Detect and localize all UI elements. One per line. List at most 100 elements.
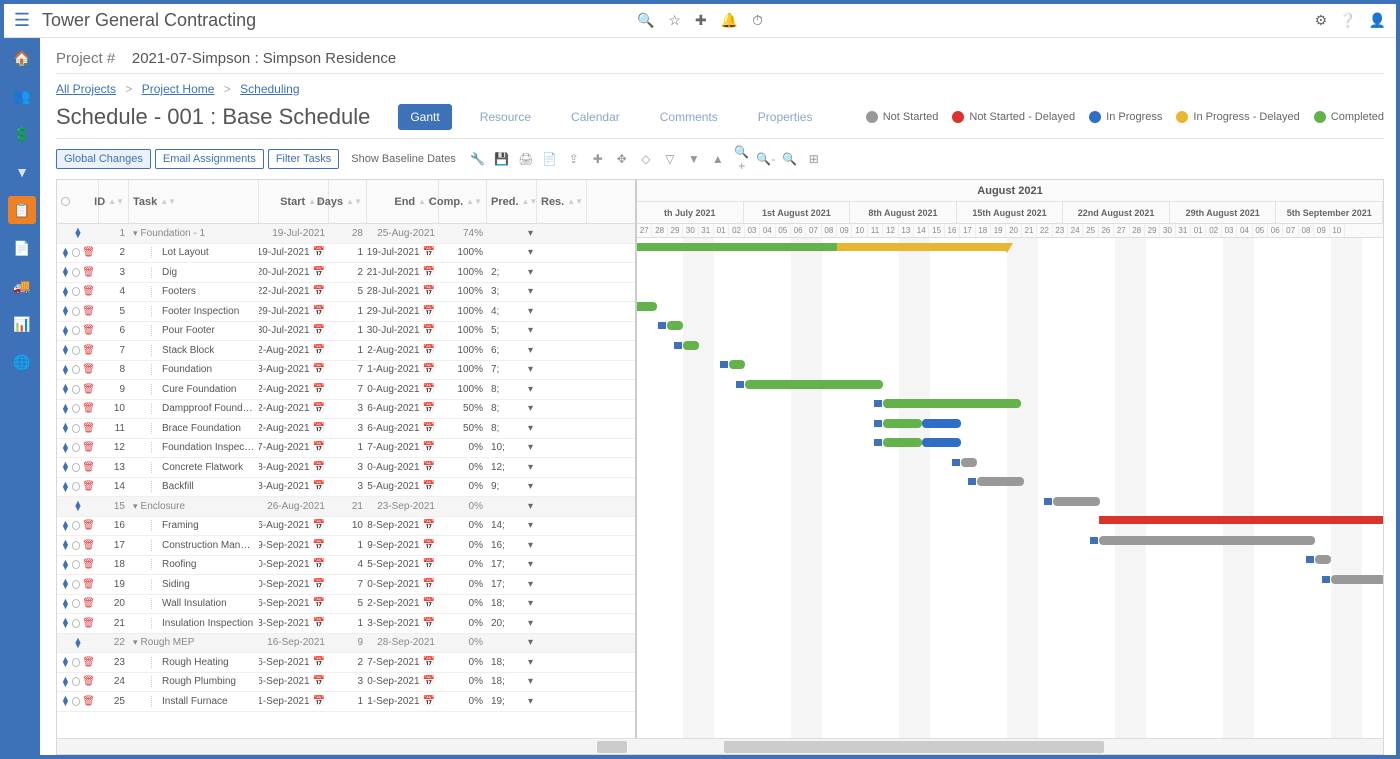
nav-schedule-icon[interactable]: 📋: [8, 196, 36, 224]
gantt-bar[interactable]: [977, 477, 1024, 486]
pred-dropdown-icon[interactable]: ▾: [528, 520, 533, 531]
table-row[interactable]: ▲▼🗑 23 Rough Heating 16-Sep-2021📅 2 17-S…: [57, 653, 635, 673]
reorder-icon[interactable]: ▲▼: [61, 423, 70, 433]
calendar-icon[interactable]: 📅: [423, 462, 435, 473]
table-row[interactable]: ▲▼🗑 3 Dig 20-Jul-2021📅 2 21-Jul-2021📅 10…: [57, 263, 635, 283]
pred-dropdown-icon[interactable]: ▾: [528, 618, 533, 629]
pred-dropdown-icon[interactable]: ▾: [528, 423, 533, 434]
global-changes-button[interactable]: Global Changes: [56, 149, 151, 169]
pred-dropdown-icon[interactable]: ▾: [528, 286, 533, 297]
table-row[interactable]: ▲▼🗑 18 Roofing 10-Sep-2021📅 4 15-Sep-202…: [57, 556, 635, 576]
select-radio[interactable]: [72, 346, 80, 355]
tab-comments[interactable]: Comments: [648, 104, 730, 130]
gantt-bar[interactable]: [922, 438, 961, 447]
trash-icon[interactable]: 🗑: [82, 403, 95, 414]
trash-icon[interactable]: 🗑: [82, 345, 95, 356]
nav-report-icon[interactable]: 📊: [8, 310, 36, 338]
reorder-icon[interactable]: ▲▼: [61, 384, 70, 394]
gantt-bar[interactable]: [1053, 497, 1100, 506]
calendar-icon[interactable]: 📅: [313, 462, 325, 473]
add-task-icon[interactable]: ✚: [588, 152, 608, 166]
tab-calendar[interactable]: Calendar: [559, 104, 632, 130]
calendar-icon[interactable]: 📅: [313, 579, 325, 590]
pred-dropdown-icon[interactable]: ▾: [528, 579, 533, 590]
calendar-icon[interactable]: 📅: [313, 364, 325, 375]
select-radio[interactable]: [72, 677, 80, 686]
select-radio[interactable]: [72, 365, 80, 374]
trash-icon[interactable]: 🗑: [82, 325, 95, 336]
reorder-icon[interactable]: ▲▼: [74, 501, 83, 511]
calendar-icon[interactable]: 📅: [423, 286, 435, 297]
bell-icon[interactable]: 🔔: [721, 12, 738, 29]
expand-icon[interactable]: ▾: [133, 501, 138, 512]
calendar-icon[interactable]: 📅: [423, 520, 435, 531]
calendar-icon[interactable]: 📅: [423, 598, 435, 609]
move-icon[interactable]: ✥: [612, 152, 632, 166]
calendar-icon[interactable]: 📅: [423, 306, 435, 317]
select-radio[interactable]: [72, 482, 80, 491]
trash-icon[interactable]: 🗑: [82, 579, 95, 590]
gear-icon[interactable]: ⚙: [1315, 12, 1328, 29]
table-row[interactable]: ▲▼🗑 16 Framing 26-Aug-2021📅 10 08-Sep-20…: [57, 517, 635, 537]
pred-dropdown-icon[interactable]: ▾: [528, 559, 533, 570]
gantt-bar[interactable]: [1331, 575, 1383, 584]
timer-icon[interactable]: ⏱: [752, 12, 763, 29]
trash-icon[interactable]: 🗑: [82, 657, 95, 668]
horizontal-scrollbar[interactable]: [57, 738, 1383, 754]
table-row[interactable]: ▲▼🗑 5 Footer Inspection 29-Jul-2021📅 1 2…: [57, 302, 635, 322]
email-assignments-button[interactable]: Email Assignments: [155, 149, 264, 169]
zoom-fit-icon[interactable]: 🔍: [780, 152, 800, 166]
gantt-bar[interactable]: [1099, 516, 1383, 524]
reorder-icon[interactable]: ▲▼: [61, 482, 70, 492]
pred-dropdown-icon[interactable]: ▾: [528, 345, 533, 356]
table-row[interactable]: ▲▼🗑 17 Construction Manager ... 09-Sep-2…: [57, 536, 635, 556]
calendar-icon[interactable]: 📅: [313, 618, 325, 629]
table-row[interactable]: ▲▼🗑 25 Install Furnace 21-Sep-2021📅 1 21…: [57, 692, 635, 712]
indent-icon[interactable]: ▽: [660, 152, 680, 166]
gantt-chart[interactable]: [637, 238, 1383, 738]
gantt-bar[interactable]: [729, 360, 745, 369]
reorder-icon[interactable]: ▲▼: [61, 618, 70, 628]
calendar-icon[interactable]: 📅: [423, 403, 435, 414]
table-row[interactable]: ▲▼ 1 ▾Foundation - 1 19-Jul-2021 28 25-A…: [57, 224, 635, 244]
save-icon[interactable]: 💾: [492, 152, 512, 166]
table-row[interactable]: ▲▼🗑 4 Footers 22-Jul-2021📅 5 28-Jul-2021…: [57, 283, 635, 303]
pred-dropdown-icon[interactable]: ▾: [528, 501, 533, 512]
calendar-icon[interactable]: 📅: [423, 579, 435, 590]
pred-dropdown-icon[interactable]: ▾: [528, 481, 533, 492]
gantt-bar[interactable]: [745, 380, 883, 389]
reorder-icon[interactable]: ▲▼: [61, 677, 70, 687]
table-row[interactable]: ▲▼🗑 19 Siding 10-Sep-2021📅 7 20-Sep-2021…: [57, 575, 635, 595]
trash-icon[interactable]: 🗑: [82, 462, 95, 473]
table-row[interactable]: ▲▼🗑 9 Cure Foundation 12-Aug-2021📅 7 20-…: [57, 380, 635, 400]
reorder-icon[interactable]: ▲▼: [61, 326, 70, 336]
table-row[interactable]: ▲▼🗑 12 Foundation Inspection 17-Aug-2021…: [57, 439, 635, 459]
filter-tasks-button[interactable]: Filter Tasks: [268, 149, 339, 169]
gantt-bar[interactable]: [637, 302, 657, 311]
select-radio[interactable]: [72, 658, 80, 667]
table-row[interactable]: ▲▼🗑 8 Foundation 03-Aug-2021📅 7 11-Aug-2…: [57, 361, 635, 381]
zoom-in-icon[interactable]: 🔍+: [732, 145, 752, 173]
table-row[interactable]: ▲▼🗑 7 Stack Block 02-Aug-2021📅 1 02-Aug-…: [57, 341, 635, 361]
select-radio[interactable]: [72, 580, 80, 589]
table-row[interactable]: ▲▼🗑 6 Pour Footer 30-Jul-2021📅 1 30-Jul-…: [57, 322, 635, 342]
gantt-bar[interactable]: [837, 243, 1007, 251]
trash-icon[interactable]: 🗑: [82, 696, 95, 707]
pred-dropdown-icon[interactable]: ▾: [528, 306, 533, 317]
trash-icon[interactable]: 🗑: [82, 423, 95, 434]
pred-dropdown-icon[interactable]: ▾: [528, 267, 533, 278]
gantt-bar[interactable]: [922, 419, 961, 428]
star-icon[interactable]: ☆: [668, 12, 681, 29]
expand-icon[interactable]: ▾: [133, 228, 138, 239]
breadcrumb-link[interactable]: Project Home: [142, 82, 215, 96]
reorder-icon[interactable]: ▲▼: [61, 696, 70, 706]
add-icon[interactable]: ✚: [695, 12, 707, 29]
reorder-icon[interactable]: ▲▼: [61, 248, 70, 258]
print-icon[interactable]: 🖨: [516, 152, 536, 166]
pred-dropdown-icon[interactable]: ▾: [528, 442, 533, 453]
table-row[interactable]: ▲▼🗑 2 Lot Layout 19-Jul-2021📅 1 19-Jul-2…: [57, 244, 635, 264]
search-icon[interactable]: 🔍: [637, 12, 654, 29]
table-row[interactable]: ▲▼🗑 11 Brace Foundation 12-Aug-2021📅 3 1…: [57, 419, 635, 439]
select-radio[interactable]: [72, 697, 80, 706]
calendar-icon[interactable]: 📅: [313, 657, 325, 668]
